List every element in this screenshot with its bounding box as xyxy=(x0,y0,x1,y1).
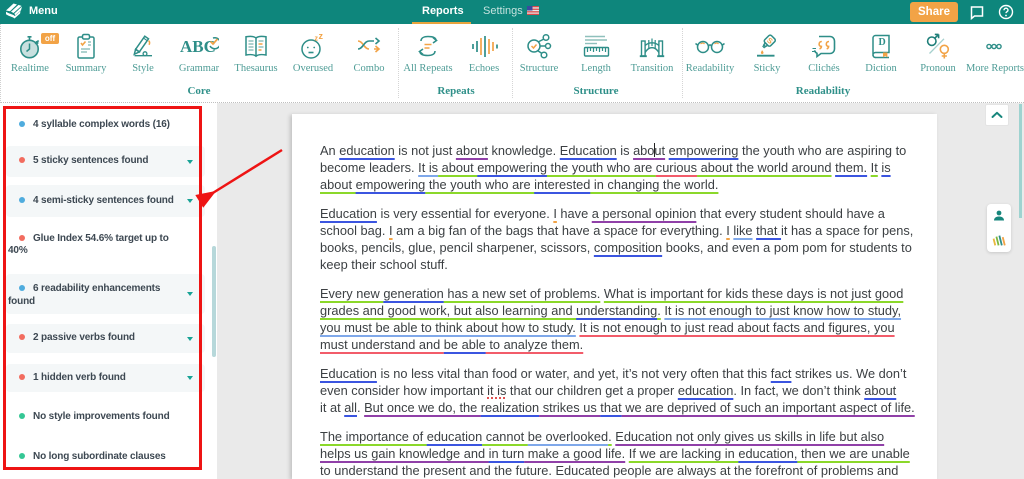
svg-text:D: D xyxy=(879,37,886,48)
svg-text:z: z xyxy=(319,33,324,41)
